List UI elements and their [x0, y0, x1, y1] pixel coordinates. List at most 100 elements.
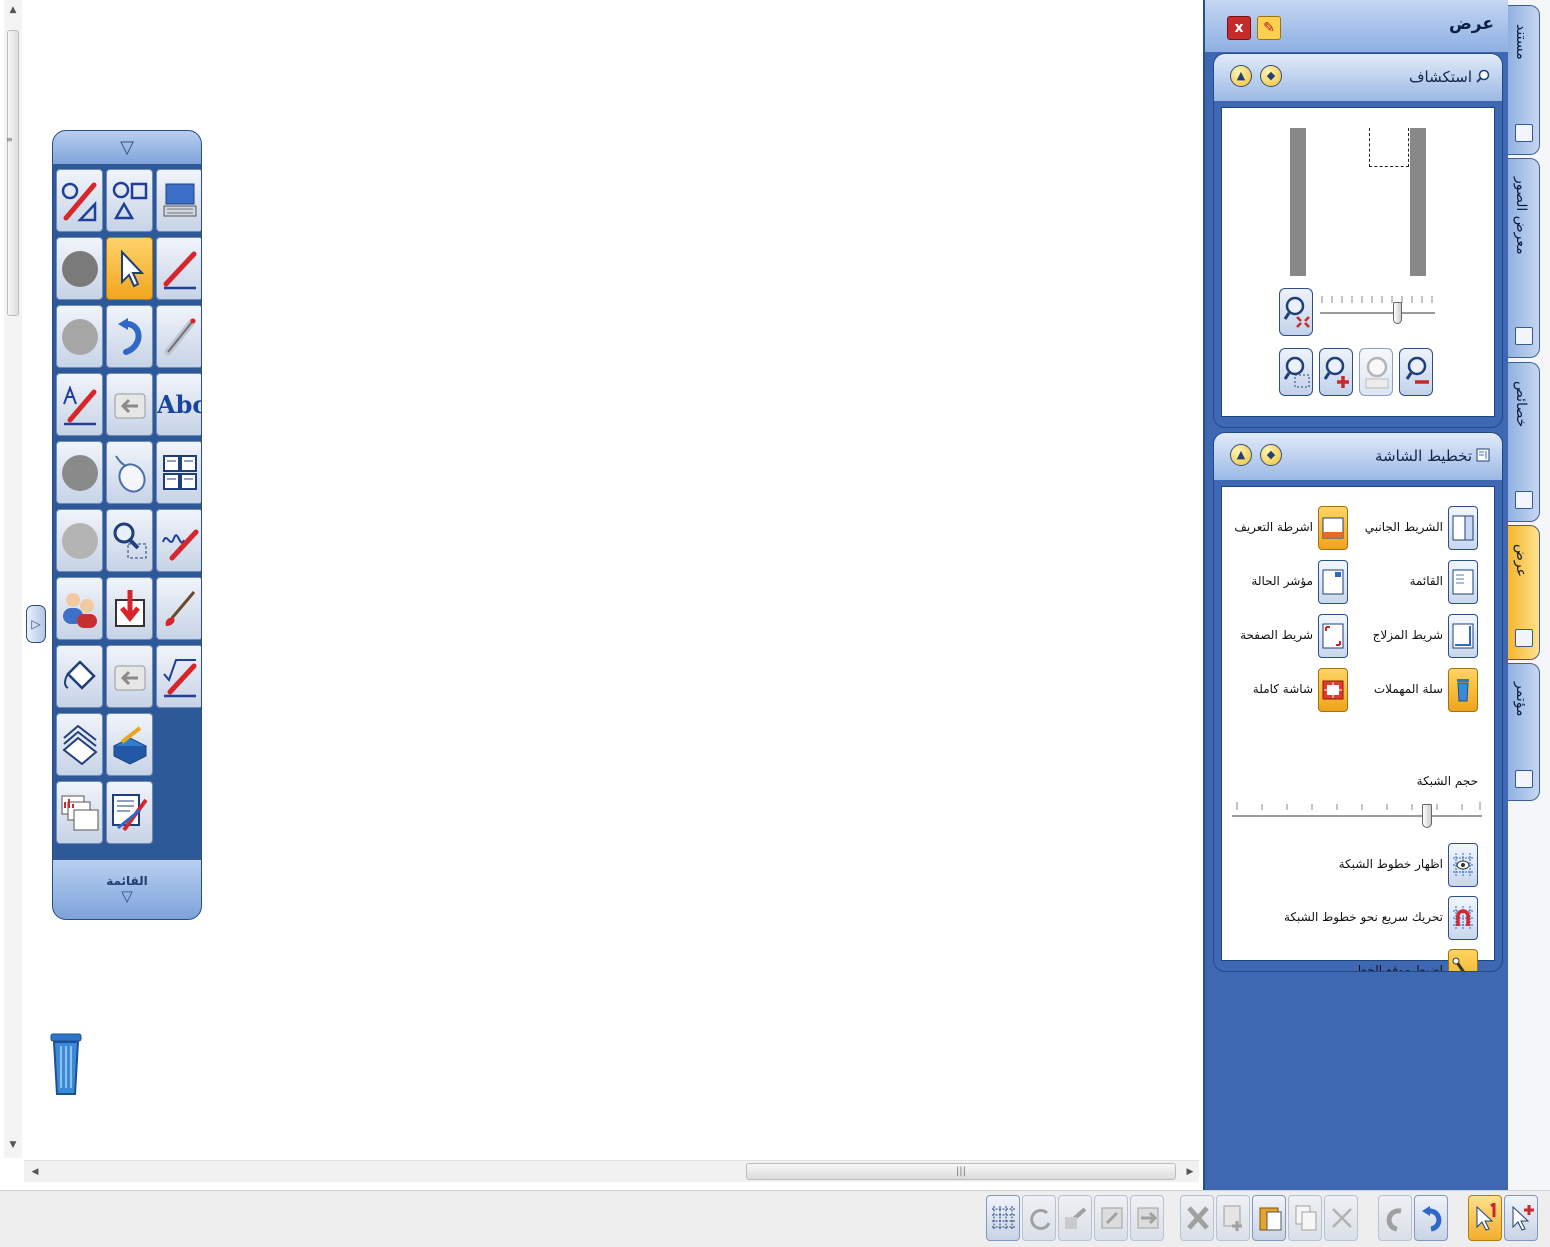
mouse-tool[interactable] [106, 441, 153, 504]
math-pen-tool[interactable] [156, 645, 201, 708]
zoom-slider[interactable] [1320, 294, 1435, 324]
layout-sidebar-toggle[interactable]: الشريط الجانبي [1348, 506, 1478, 554]
delete-button[interactable] [1180, 1195, 1214, 1241]
grid-toggle-button[interactable] [986, 1195, 1020, 1241]
explore-title: استكشاف [1408, 68, 1472, 86]
layout-page-bar-toggle[interactable]: شريط الصفحة [1218, 614, 1348, 662]
layout-scrollbar-toggle[interactable]: شريط المزلاج [1348, 614, 1478, 662]
layout-fullscreen-toggle[interactable]: شاشة كاملة [1218, 668, 1348, 716]
trash-layout-icon [1448, 668, 1478, 712]
zoom-out-button[interactable] [1399, 348, 1433, 396]
preview-viewport[interactable] [1369, 128, 1409, 167]
zoom-in-button[interactable] [1319, 348, 1353, 396]
tab-properties[interactable]: خصائص [1508, 362, 1540, 522]
cut-button[interactable] [1324, 1195, 1358, 1241]
layout-toolbars-label: اشرطة التعريف [1234, 520, 1313, 534]
layout-status-toggle[interactable]: مؤشر الحالة [1218, 560, 1348, 608]
show-grid-option[interactable]: اظهار خطوط الشبكة [1218, 843, 1478, 891]
collapse-up-icon[interactable]: ▲ [1230, 65, 1252, 87]
horizontal-scrollbar[interactable]: ◀ ||| ▶ [24, 1160, 1199, 1182]
pen-tool[interactable] [156, 237, 201, 300]
snap-grid-option[interactable]: تحريك سريع نحو خطوط الشبكة [1218, 896, 1478, 944]
trash-bin-icon[interactable] [48, 1032, 84, 1100]
media-tool[interactable] [56, 781, 103, 844]
expand-side-icon[interactable]: ◆ [1260, 444, 1282, 466]
select-mode-button[interactable] [1468, 1195, 1502, 1241]
import-tool[interactable] [106, 577, 153, 640]
duplicate-button[interactable] [1216, 1195, 1250, 1241]
handwriting-tool[interactable] [156, 509, 201, 572]
screen-layout-section-header[interactable]: ▲ ◆ تخطيط الشاشة [1214, 433, 1502, 480]
tab-gallery[interactable]: معرض الصور [1508, 158, 1540, 358]
layout-trash-toggle[interactable]: سلة المهملات [1348, 668, 1478, 716]
select-tool[interactable] [106, 237, 153, 300]
gray-tool-slot-2[interactable] [56, 305, 103, 368]
bring-front-button[interactable] [1094, 1195, 1128, 1241]
text-tool[interactable]: Abc [156, 373, 201, 436]
back-tool-2[interactable] [106, 645, 153, 708]
toolbox-collapse-button[interactable]: ▽ [53, 131, 201, 164]
pages-tool[interactable] [56, 713, 103, 776]
import-arrow-icon [115, 590, 145, 627]
line-position-option[interactable]: اضبط موقع الخط [1218, 949, 1478, 971]
undo-button[interactable] [1414, 1195, 1448, 1241]
close-panel-button[interactable]: x [1227, 16, 1251, 40]
scroll-left-arrow[interactable]: ◀ [26, 1161, 44, 1183]
page-preview[interactable] [1290, 128, 1426, 276]
zoom-fit-button[interactable] [1279, 288, 1313, 336]
math-pen-icon [163, 659, 197, 698]
gray-tool-slot-3[interactable] [56, 441, 103, 504]
zoom-slider-knob[interactable] [1393, 302, 1402, 324]
expand-side-icon[interactable]: ◆ [1260, 65, 1282, 87]
fill-tool[interactable] [56, 645, 103, 708]
tab-conference[interactable]: مؤتمر [1508, 663, 1540, 801]
toolbox-menu-button[interactable]: القائمة ▽ [53, 859, 201, 919]
on-screen-keyboard-tool[interactable] [156, 169, 201, 232]
shapes-tool[interactable] [106, 169, 153, 232]
users-tool[interactable] [56, 577, 103, 640]
collapse-up-icon[interactable]: ▲ [1230, 444, 1252, 466]
zoom-region-tool[interactable] [106, 509, 153, 572]
back-tool-1[interactable] [106, 373, 153, 436]
send-back-button[interactable] [1130, 1195, 1164, 1241]
grid-size-slider[interactable] [1232, 795, 1482, 833]
highlighter-tool[interactable] [156, 305, 201, 368]
scroll-right-arrow[interactable]: ▶ [1181, 1161, 1199, 1183]
layout-toolbars-toggle[interactable]: اشرطة التعريف [1218, 506, 1348, 554]
text-pen-tool[interactable] [56, 373, 103, 436]
gray-tool-slot-1[interactable] [56, 237, 103, 300]
rotate-button[interactable] [1022, 1195, 1056, 1241]
tab-document[interactable]: مستند [1508, 5, 1540, 155]
floating-toolbox: ▽ Ab القائمة ▽ [52, 130, 202, 920]
zoom-select-button[interactable] [1279, 348, 1313, 396]
table-layout-tool[interactable] [156, 441, 201, 504]
gray-circle-icon [62, 251, 98, 287]
gray-tool-slot-4[interactable] [56, 509, 103, 572]
paste-button[interactable] [1252, 1195, 1286, 1241]
gray-circle-icon [62, 319, 98, 355]
grid-slider-knob[interactable] [1422, 804, 1432, 828]
magic-pen-tool[interactable] [56, 169, 103, 232]
vertical-scroll-thumb[interactable] [7, 30, 19, 316]
undo-tool[interactable] [106, 305, 153, 368]
edit-tools-tool[interactable] [106, 781, 153, 844]
redo-button[interactable] [1378, 1195, 1412, 1241]
flip-button[interactable] [1058, 1195, 1092, 1241]
toolbox-settings-tool[interactable] [106, 713, 153, 776]
zoom-100-button[interactable] [1359, 348, 1393, 396]
zoom-region-icon [113, 522, 147, 559]
scroll-up-arrow[interactable]: ▲ [4, 0, 22, 20]
toolbox-side-handle[interactable]: ▷ [26, 605, 46, 643]
horizontal-scroll-thumb[interactable]: ||| [746, 1163, 1176, 1180]
brush-tool[interactable] [156, 577, 201, 640]
tab-view[interactable]: عرض [1508, 525, 1540, 660]
undo-icon [1422, 1206, 1442, 1232]
scrollbar-layout-icon [1448, 614, 1478, 658]
layout-menu-toggle[interactable]: القائمة [1348, 560, 1478, 608]
vertical-scrollbar[interactable]: ▲ ≡ ▼ [4, 0, 22, 1158]
pin-panel-button[interactable]: ✎ [1257, 16, 1281, 40]
explore-section-header[interactable]: ▲ ◆ استكشاف [1214, 54, 1502, 101]
scroll-down-arrow[interactable]: ▼ [4, 1135, 22, 1155]
copy-button[interactable] [1288, 1195, 1322, 1241]
add-page-button[interactable] [1504, 1195, 1538, 1241]
